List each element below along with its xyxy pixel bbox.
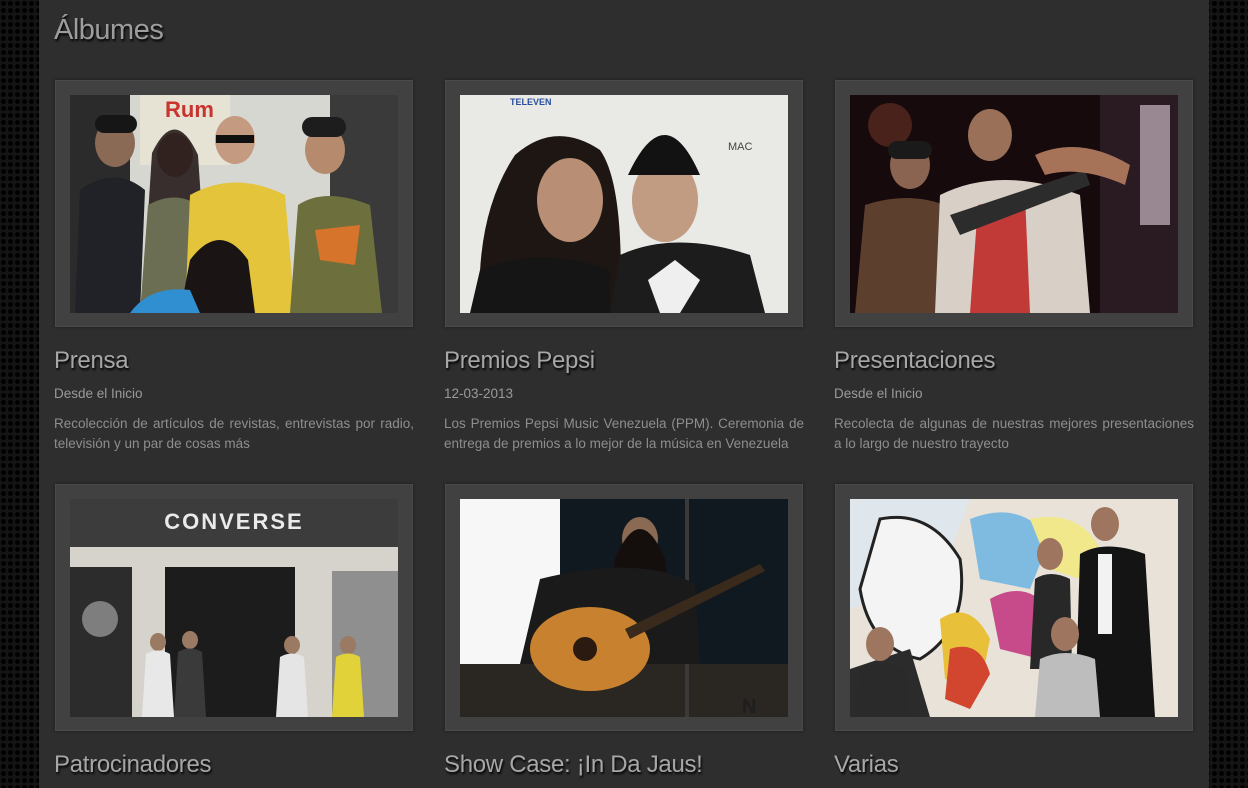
album-thumbnail-varias[interactable] bbox=[850, 499, 1178, 717]
album-thumbnail-frame: N bbox=[445, 484, 803, 731]
watermark-text: N bbox=[742, 696, 756, 717]
album-thumbnail-premios-pepsi[interactable]: TELEVEN MAC bbox=[460, 95, 788, 313]
album-thumbnail-prensa[interactable]: Rum bbox=[70, 95, 398, 313]
svg-text:Rum: Rum bbox=[165, 97, 214, 122]
photo-pepsi-awards: TELEVEN MAC bbox=[460, 95, 788, 313]
album-thumbnail-frame: Rum bbox=[55, 80, 413, 327]
album-title-prensa[interactable]: Prensa bbox=[54, 347, 129, 375]
album-title-patrocinadores[interactable]: Patrocinadores bbox=[54, 751, 212, 779]
album-description-premios-pepsi: Los Premios Pepsi Music Venezuela (PPM).… bbox=[444, 416, 804, 451]
album-thumbnail-frame: TELEVEN MAC bbox=[445, 80, 803, 327]
album-title-varias[interactable]: Varias bbox=[834, 751, 899, 779]
album-title-presentaciones[interactable]: Presentaciones bbox=[834, 347, 996, 375]
album-thumbnail-presentaciones[interactable] bbox=[850, 95, 1178, 313]
album-date-prensa: Desde el Inicio bbox=[54, 386, 143, 401]
album-title-premios-pepsi[interactable]: Premios Pepsi bbox=[444, 347, 595, 375]
photo-converse-store: CONVERSE bbox=[70, 499, 398, 717]
album-thumbnail-frame: CONVERSE bbox=[55, 484, 413, 731]
album-date-presentaciones: Desde el Inicio bbox=[834, 386, 923, 401]
album-date-premios-pepsi: 12-03-2013 bbox=[444, 386, 514, 401]
page-title: Álbumes bbox=[54, 14, 164, 46]
album-thumbnail-frame bbox=[835, 484, 1193, 731]
photo-graffiti-wall bbox=[850, 499, 1178, 717]
photo-live-stage bbox=[850, 95, 1178, 313]
album-title-show-case[interactable]: Show Case: ¡In Da Jaus! bbox=[444, 751, 703, 779]
televen-text: TELEVEN bbox=[510, 97, 552, 107]
album-description-presentaciones: Recolecta de algunas de nuestras mejores… bbox=[834, 416, 1194, 451]
album-thumbnail-frame bbox=[835, 80, 1193, 327]
album-thumbnail-show-case[interactable]: N bbox=[460, 499, 788, 717]
albums-panel: Álbumes Rum Prensa Desde el Inicio Recol… bbox=[39, 0, 1209, 788]
photo-acoustic-guitarist: N bbox=[460, 499, 788, 717]
mac-text: MAC bbox=[728, 141, 753, 153]
converse-sign-text: CONVERSE bbox=[164, 509, 303, 534]
photo-press-group: Rum bbox=[70, 95, 398, 313]
album-thumbnail-patrocinadores[interactable]: CONVERSE bbox=[70, 499, 398, 717]
album-description-prensa: Recolección de artículos de revistas, en… bbox=[54, 416, 414, 451]
